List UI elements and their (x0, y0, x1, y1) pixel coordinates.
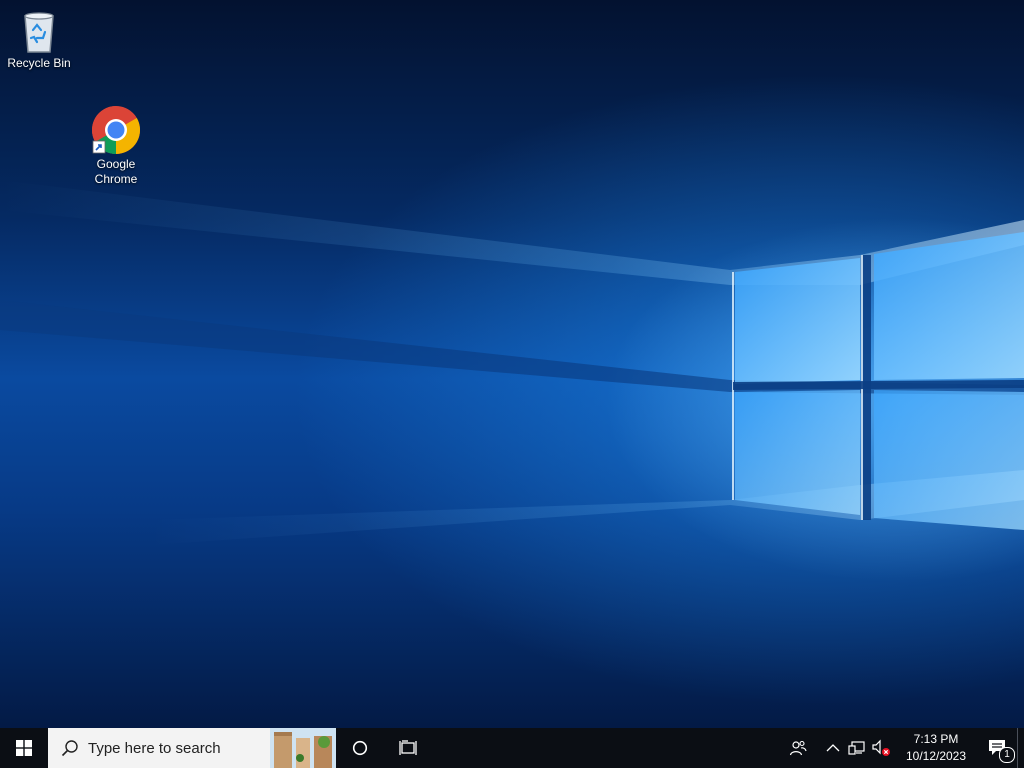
network-icon (848, 741, 865, 755)
desktop-icon-recycle-bin[interactable]: Recycle Bin (1, 8, 77, 71)
show-desktop-button[interactable] (1017, 728, 1024, 768)
task-view-button[interactable] (384, 728, 432, 768)
people-button[interactable] (781, 728, 815, 768)
search-icon (61, 740, 78, 757)
search-highlight-image[interactable] (270, 728, 336, 768)
search-box[interactable]: Type here to search (48, 728, 336, 768)
clock-date: 10/12/2023 (905, 749, 967, 763)
show-hidden-icons-button[interactable] (821, 728, 845, 768)
chevron-up-icon (826, 744, 840, 752)
taskbar: Type here to search 7:13 PM 10/12/2023 1 (0, 728, 1024, 768)
desktop-icon-label: Recycle Bin (7, 56, 71, 70)
notification-badge: 1 (999, 747, 1015, 763)
windows-logo-icon (16, 740, 32, 756)
volume-muted-icon (872, 739, 890, 756)
desktop[interactable]: Recycle Bin Google Chrome (0, 0, 1024, 728)
chrome-icon (91, 106, 141, 154)
clock-time: 7:13 PM (913, 732, 959, 746)
search-placeholder: Type here to search (88, 739, 221, 757)
volume-button[interactable] (869, 728, 893, 768)
network-button[interactable] (845, 728, 869, 768)
action-center-button[interactable]: 1 (979, 728, 1017, 768)
system-tray: 7:13 PM 10/12/2023 1 (781, 728, 1024, 768)
cortana-button[interactable] (336, 728, 384, 768)
people-icon (789, 740, 807, 756)
cortana-circle-icon (352, 740, 368, 756)
desktop-icon-label: Google Chrome (94, 157, 138, 186)
desktop-icon-google-chrome[interactable]: Google Chrome (78, 105, 154, 187)
task-view-icon (399, 740, 417, 755)
clock[interactable]: 7:13 PM 10/12/2023 (897, 731, 975, 765)
start-button[interactable] (0, 728, 48, 768)
recycle-bin-icon (24, 12, 54, 53)
